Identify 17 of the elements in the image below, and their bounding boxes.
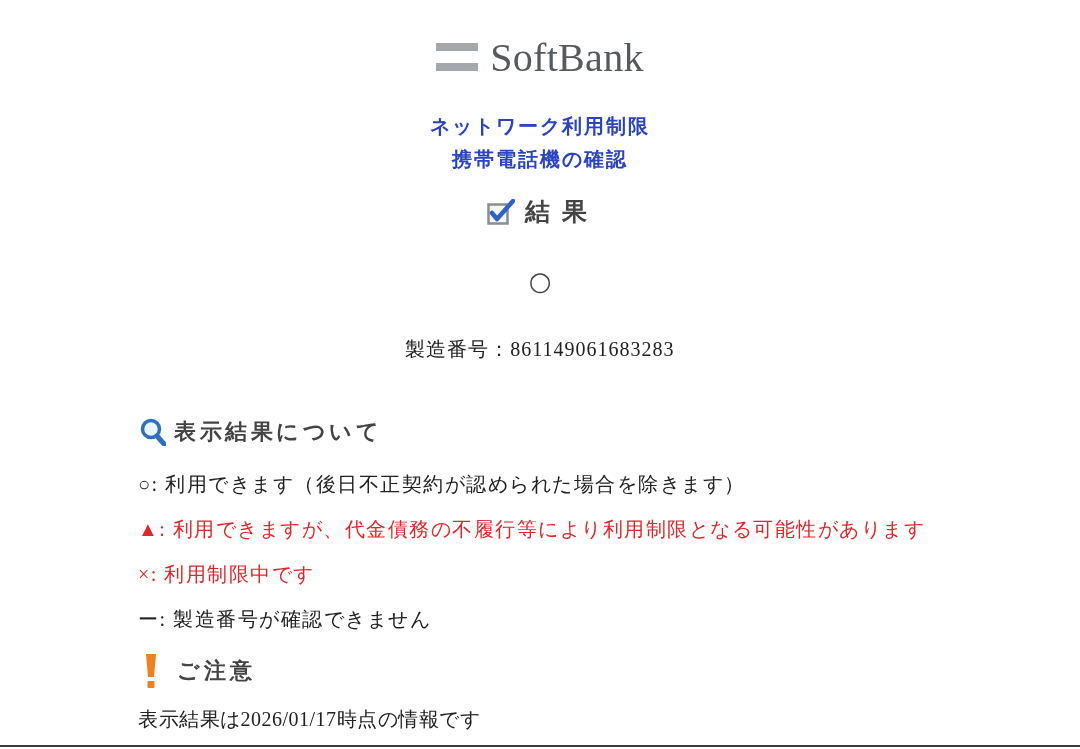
section-heading: 表示結果について — [174, 418, 382, 446]
result-heading: 結 果 — [524, 196, 590, 228]
legend-line: ×: 利用制限中です — [138, 562, 316, 587]
checkbox-checked-icon — [486, 199, 515, 225]
search-icon — [140, 418, 166, 446]
notice-heading: ご注意 — [177, 657, 256, 685]
page-title: 携帯電話機の確認 — [452, 147, 628, 172]
exclamation-icon — [145, 654, 157, 688]
logo-text: SoftBank — [490, 36, 644, 80]
legend-line: ○: 利用できます（後日不正契約が認められた場合を除きます） — [138, 472, 747, 497]
legend-line: ー: 製造番号が確認できません — [138, 607, 433, 632]
logo-bars-icon — [436, 43, 479, 73]
page-title: ネットワーク利用制限 — [430, 114, 650, 139]
legend-line: ▲: 利用できますが、代金債務の不履行等により利用制限となる可能性があります — [138, 517, 926, 542]
serial-number: 製造番号：861149061683283 — [405, 337, 675, 362]
notice-text: 表示結果は2026/01/17時点の情報です — [138, 707, 481, 732]
result-mark: ○ — [528, 265, 552, 297]
